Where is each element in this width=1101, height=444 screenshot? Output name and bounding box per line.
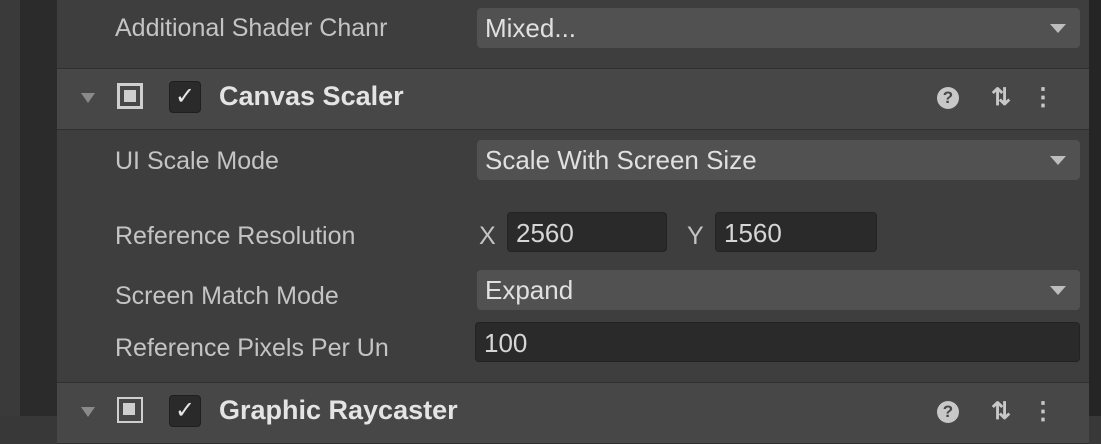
ui-scale-mode-row: UI Scale Mode Scale With Screen Size bbox=[57, 134, 1089, 190]
screen-match-mode-label: Screen Match Mode bbox=[115, 282, 339, 310]
help-icon[interactable]: ? bbox=[937, 87, 959, 109]
reference-pixels-per-unit-value: 100 bbox=[484, 328, 528, 358]
reference-resolution-label: Reference Resolution bbox=[115, 222, 356, 250]
additional-shader-channels-label: Additional Shader Chanr bbox=[115, 14, 388, 42]
reference-resolution-row: Reference Resolution X 2560 Y 1560 bbox=[57, 208, 1089, 264]
additional-shader-channels-value: Mixed... bbox=[485, 13, 577, 43]
graphic-raycaster-enabled-checkbox[interactable]: ✓ bbox=[169, 395, 201, 427]
canvas-scaler-component-icon bbox=[117, 83, 143, 109]
scrollbar-track[interactable] bbox=[1089, 0, 1101, 416]
screen-match-mode-dropdown[interactable]: Expand bbox=[477, 270, 1080, 310]
ui-scale-mode-value: Scale With Screen Size bbox=[485, 145, 757, 175]
additional-shader-channels-dropdown[interactable]: Mixed... bbox=[477, 8, 1080, 48]
reference-resolution-x-field[interactable]: 2560 bbox=[507, 212, 667, 252]
presets-icon[interactable]: ⇅ bbox=[987, 83, 1015, 113]
help-icon[interactable]: ? bbox=[937, 401, 959, 423]
reference-resolution-x-value: 2560 bbox=[516, 218, 574, 248]
y-label: Y bbox=[687, 222, 704, 250]
dropdown-arrow-icon bbox=[1050, 24, 1066, 33]
inspector-gutter bbox=[20, 0, 57, 416]
graphic-raycaster-component-icon bbox=[117, 397, 143, 423]
outer-panel-edge bbox=[0, 0, 20, 416]
screen-match-mode-value: Expand bbox=[485, 275, 574, 305]
reference-resolution-y-value: 1560 bbox=[724, 218, 782, 248]
reference-pixels-per-unit-field[interactable]: 100 bbox=[475, 322, 1080, 362]
presets-icon[interactable]: ⇅ bbox=[987, 397, 1015, 427]
reference-resolution-y-field[interactable]: 1560 bbox=[715, 212, 877, 252]
additional-shader-channels-row: Additional Shader Chanr Mixed... bbox=[57, 0, 1089, 60]
context-menu-icon[interactable]: ⋮ bbox=[1029, 83, 1057, 113]
canvas-scaler-title: Canvas Scaler bbox=[219, 81, 404, 111]
inspector-panel: Additional Shader Chanr Mixed... ✓ Canva… bbox=[57, 0, 1089, 444]
graphic-raycaster-title: Graphic Raycaster bbox=[219, 395, 458, 425]
ui-scale-mode-dropdown[interactable]: Scale With Screen Size bbox=[477, 140, 1080, 180]
context-menu-icon[interactable]: ⋮ bbox=[1029, 397, 1057, 427]
ui-scale-mode-label: UI Scale Mode bbox=[115, 147, 279, 175]
dropdown-arrow-icon bbox=[1050, 156, 1066, 165]
canvas-scaler-header[interactable]: ✓ Canvas Scaler ? ⇅ ⋮ bbox=[57, 68, 1089, 130]
canvas-scaler-enabled-checkbox[interactable]: ✓ bbox=[169, 81, 201, 113]
graphic-raycaster-header[interactable]: ✓ Graphic Raycaster ? ⇅ ⋮ bbox=[57, 382, 1089, 444]
foldout-arrow-icon[interactable] bbox=[81, 93, 95, 103]
screen-match-mode-row: Screen Match Mode Expand bbox=[57, 268, 1089, 320]
x-label: X bbox=[479, 222, 496, 250]
reference-pixels-per-unit-row: Reference Pixels Per Un 100 bbox=[57, 322, 1089, 372]
reference-pixels-per-unit-label: Reference Pixels Per Un bbox=[115, 334, 389, 362]
dropdown-arrow-icon bbox=[1050, 286, 1066, 295]
